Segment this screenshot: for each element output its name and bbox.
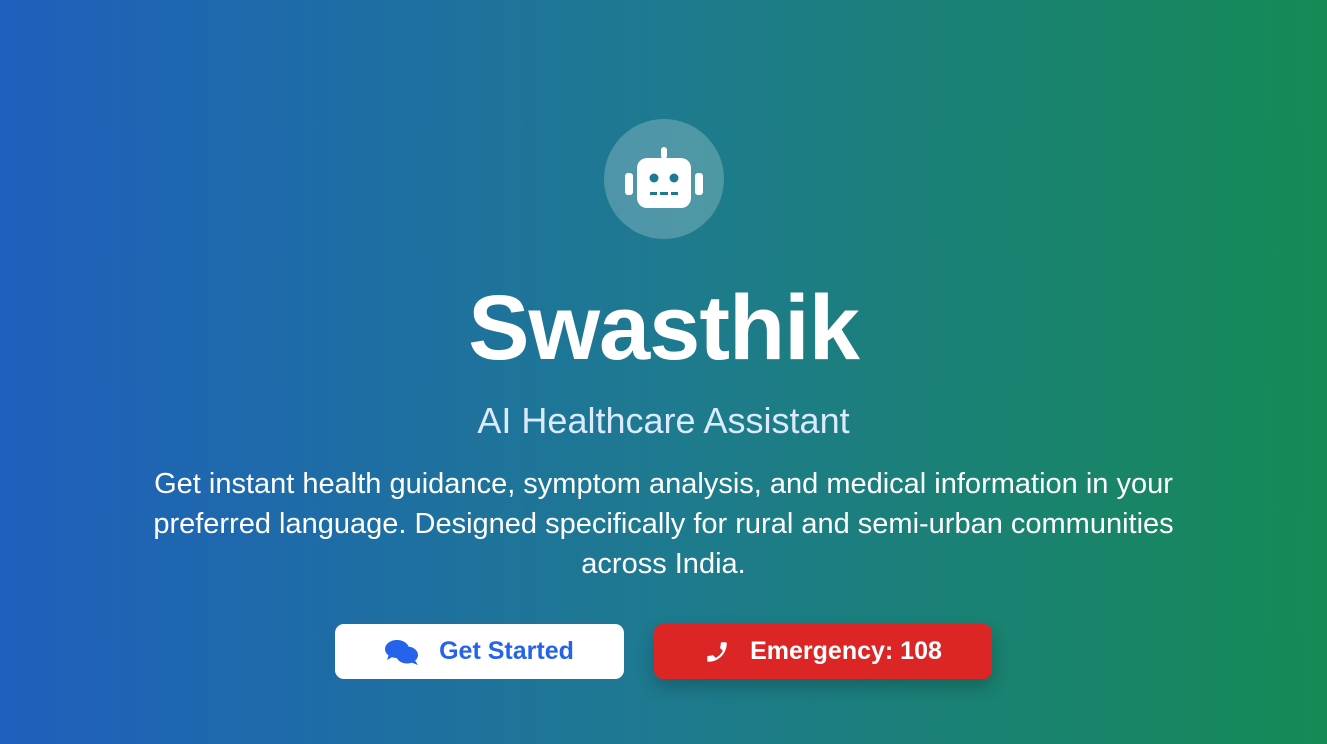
robot-icon (624, 147, 703, 211)
get-started-button[interactable]: Get Started (335, 624, 624, 679)
chat-bubbles-icon (385, 638, 419, 666)
emergency-call-button[interactable]: Emergency: 108 (654, 624, 992, 679)
get-started-label: Get Started (439, 637, 574, 665)
app-subtitle: AI Healthcare Assistant (477, 400, 850, 441)
emergency-label: Emergency: 108 (750, 637, 942, 665)
app-title: Swasthik (468, 277, 860, 379)
hero-description: Get instant health guidance, symptom ana… (153, 468, 1174, 580)
phone-icon (704, 639, 730, 665)
hero-actions: Get Started Emergency: 108 (0, 624, 1327, 679)
logo-badge (603, 119, 724, 239)
